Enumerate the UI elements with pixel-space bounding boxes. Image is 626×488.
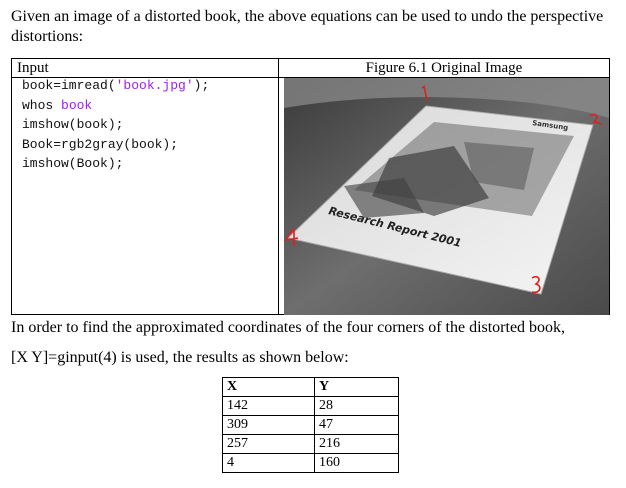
explanation-paragraph: In order to find the approximated coordi… xyxy=(11,319,566,336)
code-line: imshow(book); xyxy=(22,115,209,135)
ginput-paragraph: [X Y]=ginput(4) is used, the results as … xyxy=(11,349,349,366)
cell-x: 309 xyxy=(222,415,315,435)
column-divider xyxy=(278,59,279,314)
code-line: Book=rgb2gray(book); xyxy=(22,135,209,155)
code-figure-table: Input Figure 6.1 Original Image book=imr… xyxy=(11,58,610,315)
distorted-book-photo: Research Report 2001 Samsung xyxy=(284,78,609,315)
code-block: book=imread('book.jpg'); whos book imsho… xyxy=(22,76,209,174)
table-header-row: X Y xyxy=(222,377,399,397)
cell-y: 160 xyxy=(314,453,399,473)
code-text: ); xyxy=(193,78,210,93)
table-row: 4 160 xyxy=(222,453,399,473)
table-row: 309 47 xyxy=(222,415,399,435)
input-header: Input xyxy=(17,60,49,76)
table-row: 257 216 xyxy=(222,434,399,454)
header-x: X xyxy=(222,377,315,397)
code-line: book=imread('book.jpg'); xyxy=(22,76,209,96)
code-text: Book=rgb2gray(book); xyxy=(22,136,179,152)
code-text: imshow(book); xyxy=(22,117,124,132)
cell-y: 216 xyxy=(314,434,399,454)
coordinates-table: X Y 142 28 309 47 257 216 4 160 xyxy=(222,377,399,473)
code-keyword: book xyxy=(61,97,93,113)
cell-x: 142 xyxy=(222,396,315,416)
figure-caption: Figure 6.1 Original Image xyxy=(365,60,523,76)
cell-x: 4 xyxy=(222,453,315,473)
intro-paragraph: Given an image of a distorted book, the … xyxy=(11,8,604,45)
code-text: whos xyxy=(22,97,62,113)
cell-y: 47 xyxy=(314,415,399,435)
header-y: Y xyxy=(314,377,399,397)
code-line: imshow(Book); xyxy=(22,154,209,174)
table-row: 142 28 xyxy=(222,396,399,416)
code-text: imshow(Book); xyxy=(22,156,124,171)
code-line: whos book xyxy=(22,96,209,116)
code-string: 'book.jpg' xyxy=(115,78,194,93)
cell-y: 28 xyxy=(314,396,399,416)
code-text: book=imread( xyxy=(22,78,116,93)
cell-x: 257 xyxy=(222,434,315,454)
